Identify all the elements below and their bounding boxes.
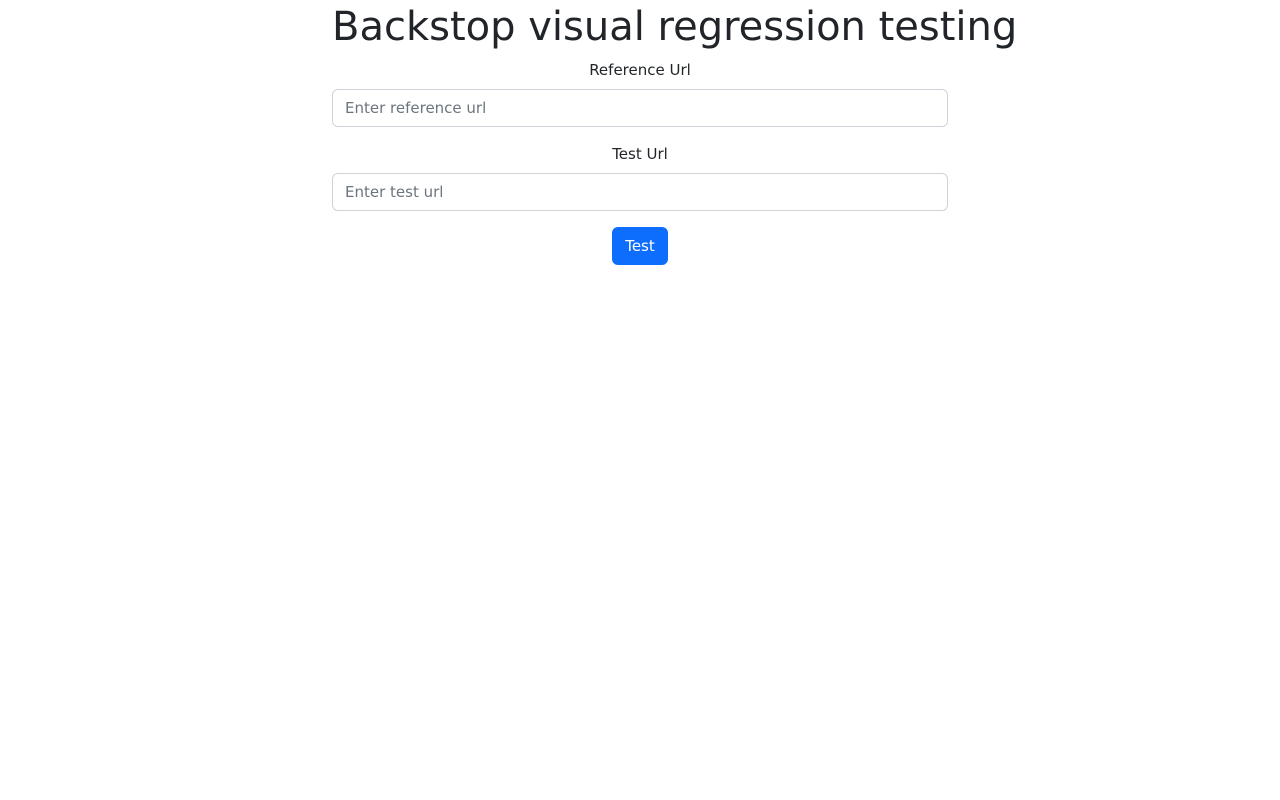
test-url-input[interactable]	[332, 173, 948, 211]
reference-url-input[interactable]	[332, 89, 948, 127]
form-container: Backstop visual regression testing Refer…	[332, 0, 1018, 265]
page: Backstop visual regression testing Refer…	[0, 0, 1280, 800]
page-title: Backstop visual regression testing	[332, 4, 1018, 50]
reference-url-label: Reference Url	[589, 61, 691, 79]
test-button[interactable]: Test	[612, 227, 668, 265]
test-url-label: Test Url	[612, 145, 668, 163]
